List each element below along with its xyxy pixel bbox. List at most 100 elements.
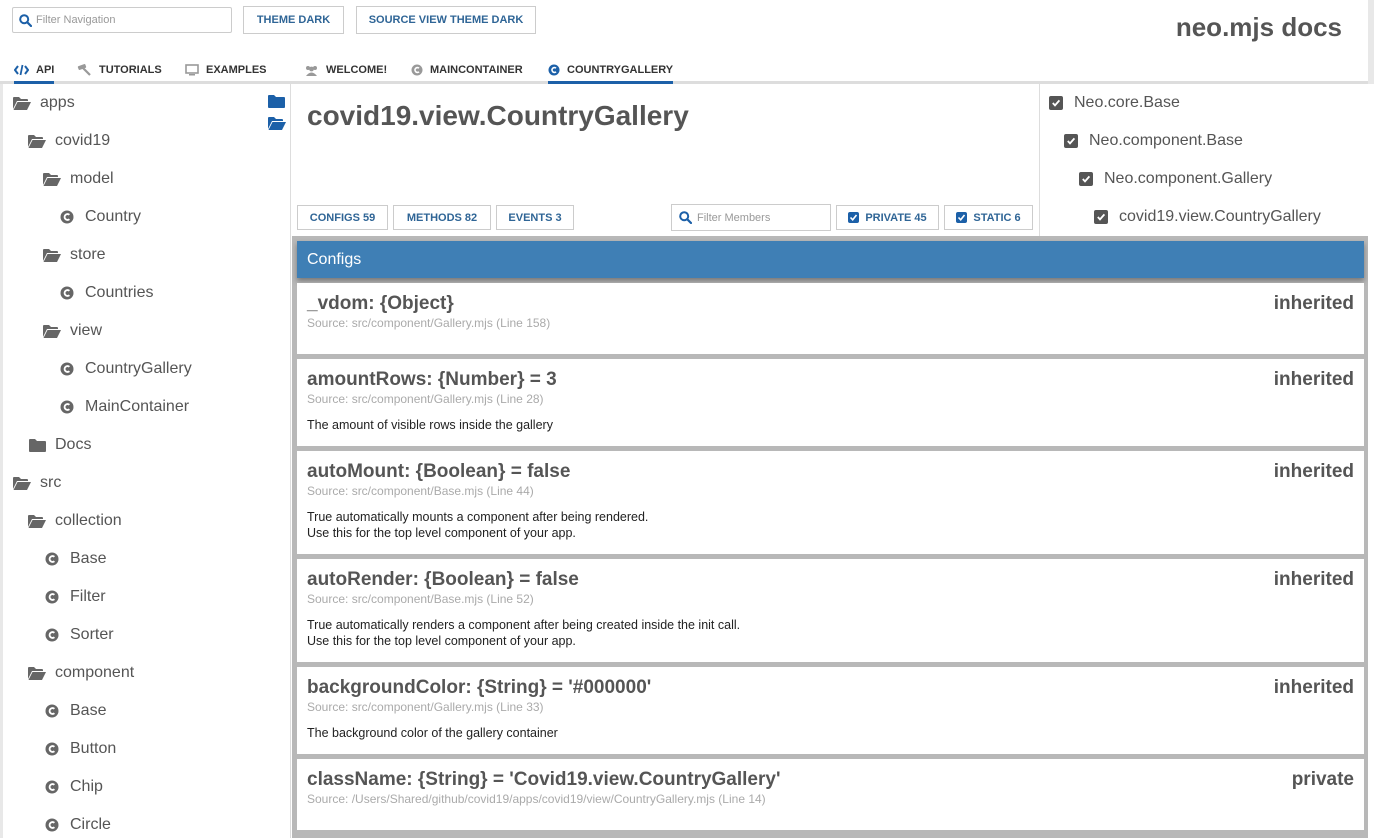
configs-section-header: Configs [297, 241, 1364, 278]
sidebar-item-circle[interactable]: Circle [43, 806, 111, 838]
main-tab-bar: API TUTORIALS EXAMPLES WELCOME! MAINCONT… [0, 58, 1368, 84]
class-title: covid19.view.CountryGallery [307, 100, 689, 131]
navigation-tree: apps covid19 model Country store Countries vie… [0, 84, 291, 838]
member-signature: autoMount: {Boolean} = false [307, 461, 571, 482]
sidebar-item-countries[interactable]: Countries [58, 274, 153, 312]
class-icon [43, 779, 61, 795]
folder-icon [28, 437, 46, 453]
hierarchy-label: Neo.component.Gallery [1104, 170, 1273, 187]
sidebar-item-sorter[interactable]: Sorter [43, 616, 114, 654]
sidebar-item-base[interactable]: Base [43, 692, 106, 730]
configs-button[interactable]: CONFIGS 59 [297, 205, 388, 230]
sidebar-item-label: apps [40, 94, 75, 111]
folder-open-icon [43, 323, 61, 339]
sidebar-item-model[interactable]: model [43, 160, 114, 198]
events-button[interactable]: EVENTS 3 [496, 205, 574, 230]
members-list: Configs _vdom: {Object} inherited Source: … [292, 236, 1368, 838]
sidebar-item-view[interactable]: view [43, 312, 102, 350]
tab-label: WELCOME! [326, 64, 388, 76]
hierarchy-item[interactable]: Neo.component.Base [1064, 122, 1243, 160]
member-filter-field[interactable] [671, 204, 831, 231]
sidebar-item-store[interactable]: store [43, 236, 106, 274]
checkbox-checked-icon[interactable] [1064, 134, 1078, 148]
folder-open-icon [43, 171, 61, 187]
app-brand-title: neo.mjs docs [1175, 12, 1342, 42]
sidebar-item-component[interactable]: component [28, 654, 134, 692]
sidebar-item-base[interactable]: Base [43, 540, 106, 578]
sidebar-item-filter[interactable]: Filter [43, 578, 106, 616]
member-source-link[interactable]: Source: src/component/Base.mjs (Line 52) [307, 592, 1354, 606]
description-line: True automatically renders a component a… [307, 618, 741, 632]
sidebar-item-label: Circle [70, 816, 111, 833]
sidebar-item-button[interactable]: Button [43, 730, 116, 768]
tab-welcome[interactable]: WELCOME! [304, 58, 387, 82]
sidebar-item-chip[interactable]: Chip [43, 768, 103, 806]
expand-all-folder-open-icon[interactable] [268, 112, 288, 134]
sidebar-item-src[interactable]: src [13, 464, 61, 502]
member-source-link[interactable]: Source: src/component/Base.mjs (Line 44) [307, 484, 1354, 498]
sidebar-item-country[interactable]: Country [58, 198, 141, 236]
hierarchy-item[interactable]: covid19.view.CountryGallery [1094, 198, 1321, 236]
checkbox-checked-icon [956, 212, 968, 223]
methods-button[interactable]: METHODS 82 [393, 205, 491, 230]
code-icon [14, 64, 29, 76]
sidebar-item-apps[interactable]: apps [13, 84, 75, 122]
member-card: amountRows: {Number} = 3 inherited Source:… [297, 359, 1364, 446]
hierarchy-label: covid19.view.CountryGallery [1119, 208, 1321, 225]
member-source-link[interactable]: Source: src/component/Gallery.mjs (Line … [307, 700, 1354, 714]
description-line: The background color of the gallery cont… [307, 726, 558, 740]
tab-maincontainer[interactable]: MAINCONTAINER [411, 58, 523, 82]
tab-label: EXAMPLES [206, 64, 267, 76]
tab-label: TUTORIALS [99, 64, 162, 76]
sidebar-item-maincontainer[interactable]: MainContainer [58, 388, 189, 426]
class-icon [411, 64, 423, 76]
tab-countrygallery[interactable]: COUNTRYGALLERY [548, 58, 674, 84]
sidebar-item-label: model [70, 170, 114, 187]
desktop-icon [185, 64, 199, 76]
tab-examples[interactable]: EXAMPLES [185, 58, 267, 82]
member-source-link[interactable]: Source: /Users/Shared/github/covid19/app… [307, 792, 1354, 806]
hierarchy-item[interactable]: Neo.component.Gallery [1079, 160, 1272, 198]
member-card: className: {String} = 'Covid19.view.Coun… [297, 759, 1364, 830]
folder-open-icon [28, 133, 46, 149]
class-icon [43, 551, 61, 567]
member-source-link[interactable]: Source: src/component/Gallery.mjs (Line … [307, 316, 1354, 330]
member-card: autoMount: {Boolean} = false inherited Sou… [297, 451, 1364, 554]
checkbox-checked-icon[interactable] [1094, 210, 1108, 224]
member-tag: inherited [1273, 677, 1354, 698]
class-icon [548, 64, 560, 76]
static-toggle-button[interactable]: STATIC 6 [944, 205, 1033, 230]
hierarchy-label: Neo.core.Base [1074, 94, 1180, 111]
member-filter-input[interactable] [697, 211, 823, 224]
tab-api[interactable]: API [14, 58, 55, 84]
sidebar-item-label: src [40, 474, 62, 491]
class-icon [58, 361, 76, 377]
member-tag: inherited [1273, 293, 1354, 314]
collapse-all-folder-icon[interactable] [268, 90, 288, 112]
sidebar-item-label: Base [70, 702, 107, 719]
nav-filter-input[interactable] [36, 14, 216, 26]
class-icon [43, 703, 61, 719]
member-tag: inherited [1273, 461, 1354, 482]
sidebar-item-label: covid19 [55, 132, 111, 149]
theme-dark-button[interactable]: THEME DARK [243, 6, 344, 34]
class-icon [43, 589, 61, 605]
folder-open-icon [13, 475, 31, 491]
class-icon [58, 399, 76, 415]
member-signature: autoRender: {Boolean} = false [307, 569, 579, 590]
member-signature: backgroundColor: {String} = '#000000' [307, 677, 652, 698]
private-toggle-button[interactable]: PRIVATE 45 [836, 205, 939, 230]
users-icon [304, 65, 319, 76]
sidebar-item-collection[interactable]: collection [28, 502, 122, 540]
checkbox-checked-icon[interactable] [1079, 172, 1093, 186]
source-view-theme-dark-button[interactable]: SOURCE VIEW THEME DARK [356, 6, 536, 34]
tab-tutorials[interactable]: TUTORIALS [77, 58, 162, 82]
sidebar-item-label: Countries [85, 284, 154, 301]
sidebar-item-docs[interactable]: Docs [28, 426, 91, 464]
hierarchy-item[interactable]: Neo.core.Base [1049, 84, 1180, 122]
member-source-link[interactable]: Source: src/component/Gallery.mjs (Line … [307, 392, 1354, 406]
sidebar-item-covid19[interactable]: covid19 [28, 122, 110, 160]
checkbox-checked-icon[interactable] [1049, 96, 1063, 110]
nav-filter-field[interactable] [12, 7, 232, 33]
sidebar-item-countrygallery[interactable]: CountryGallery [58, 350, 192, 388]
